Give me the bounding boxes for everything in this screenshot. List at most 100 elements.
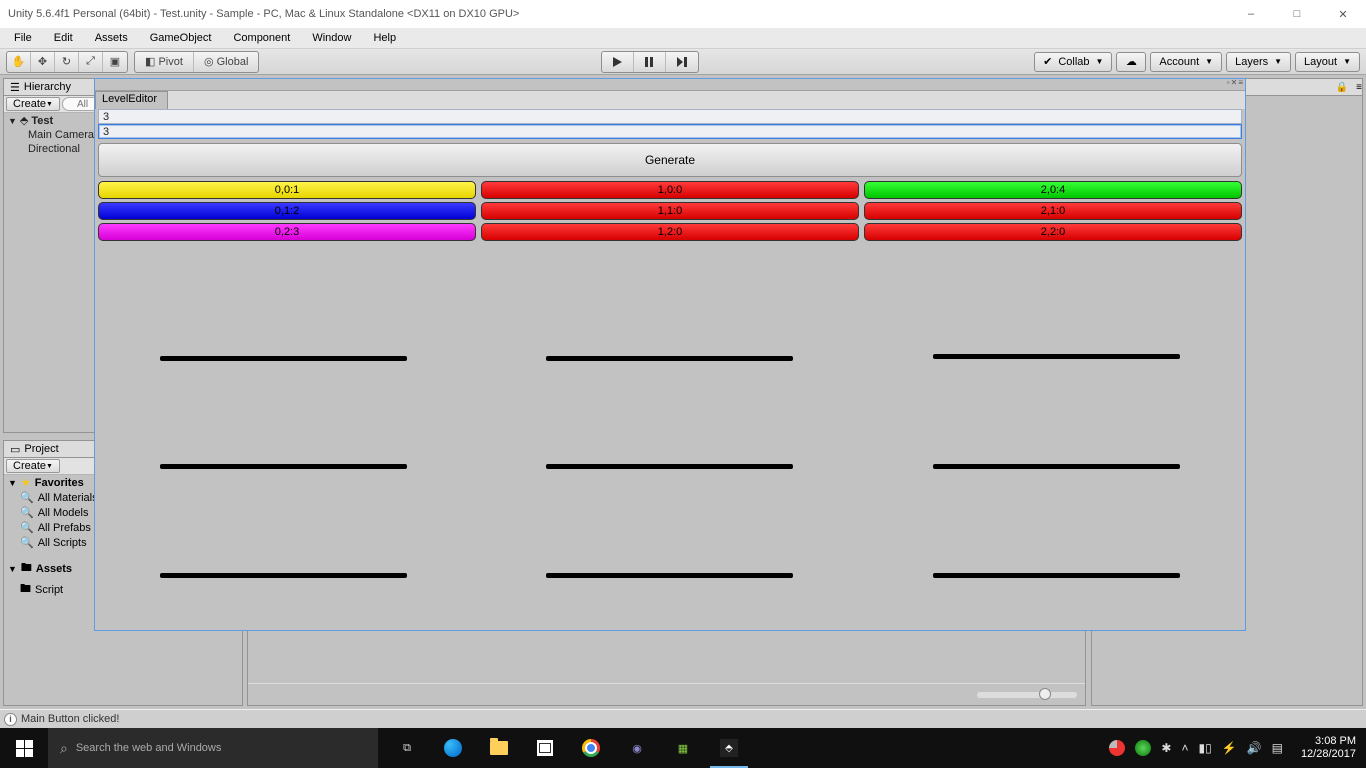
taskbar-app-store[interactable] (522, 728, 568, 768)
play-controls (601, 51, 699, 73)
project-icon: ▭ (10, 443, 20, 456)
taskbar-clock[interactable]: 3:08 PM 12/28/2017 (1293, 735, 1364, 761)
tray-power-icon[interactable]: ⚡ (1222, 741, 1237, 755)
handle-tool-group: ◧ Pivot ◎ Global (134, 51, 259, 73)
store-icon (537, 740, 553, 756)
level-editor-tab[interactable]: LevelEditor (95, 91, 168, 109)
lock-icon[interactable]: 🔒 (1336, 82, 1348, 93)
cloud-button[interactable]: ☁ (1116, 52, 1146, 72)
transform-tool-group: ✋ ✥ ↻ ⤢ ▣ (6, 51, 128, 73)
taskbar-app-generic2[interactable]: ▦ (660, 728, 706, 768)
cell-button-2-1[interactable]: 2,1:0 (864, 202, 1242, 220)
window-title: Unity 5.6.4f1 Personal (64bit) - Test.un… (8, 8, 1228, 20)
tray-battery-icon[interactable]: ▮▯ (1198, 741, 1211, 755)
preview-line (546, 573, 793, 578)
collab-check-icon: ✔ (1043, 55, 1052, 68)
cell-button-2-2[interactable]: 2,2:0 (864, 223, 1242, 241)
app-icon: ◉ (632, 742, 642, 755)
tray-ccleaner-icon[interactable] (1109, 740, 1125, 756)
globe-icon: ◎ (204, 55, 214, 68)
tray-bluetooth-icon[interactable]: ✱ (1161, 741, 1171, 755)
menu-bar: File Edit Assets GameObject Component Wi… (0, 28, 1366, 49)
info-icon: i (4, 713, 17, 726)
menu-assets[interactable]: Assets (85, 30, 138, 46)
preview-line (933, 573, 1180, 578)
rect-tool-button[interactable]: ▣ (103, 52, 127, 72)
level-editor-cols-input[interactable] (98, 124, 1242, 139)
cell-button-1-2[interactable]: 1,2:0 (481, 223, 859, 241)
preview-line (160, 573, 407, 578)
cell-button-1-1[interactable]: 1,1:0 (481, 202, 859, 220)
foldout-icon: ▼ (8, 116, 17, 126)
global-toggle-button[interactable]: ◎ Global (194, 52, 258, 72)
window-minimize-button[interactable]: – (1228, 0, 1274, 28)
account-dropdown[interactable]: Account▼ (1150, 52, 1222, 72)
unity-icon: ⬘ (720, 739, 738, 757)
cell-button-0-2[interactable]: 0,2:3 (98, 223, 476, 241)
status-message: Main Button clicked! (21, 713, 119, 725)
cell-button-2-0[interactable]: 2,0:4 (864, 181, 1242, 199)
chevron-down-icon: ▼ (1343, 57, 1351, 66)
taskbar-search-input[interactable]: ⌕Search the web and Windows (48, 728, 378, 768)
play-button[interactable] (602, 52, 634, 72)
layout-dropdown[interactable]: Layout▼ (1295, 52, 1360, 72)
cell-button-0-0[interactable]: 0,0:1 (98, 181, 476, 199)
folder-icon: 🖿 (20, 580, 31, 599)
window-close-button[interactable]: ✕ (1320, 0, 1366, 28)
tray-volume-icon[interactable]: 🔊 (1247, 741, 1262, 755)
start-button[interactable] (0, 728, 48, 768)
generate-button[interactable]: Generate (98, 143, 1242, 177)
pause-button[interactable] (634, 52, 666, 72)
rotate-tool-button[interactable]: ↻ (55, 52, 79, 72)
folder-icon: 🖿 (21, 559, 32, 578)
project-zoom-slider[interactable] (977, 692, 1077, 698)
level-editor-window: ▫ ✕ ≡ LevelEditor Generate 0,0:1 1,0:0 2… (94, 78, 1246, 631)
taskbar-app-chrome[interactable] (568, 728, 614, 768)
hand-tool-button[interactable]: ✋ (7, 52, 31, 72)
editor-window-maximize-button[interactable]: ▫ (1227, 79, 1230, 90)
level-editor-cell-grid: 0,0:1 1,0:0 2,0:4 0,1:2 1,1:0 2,1:0 0,2:… (98, 181, 1242, 241)
menu-edit[interactable]: Edit (44, 30, 83, 46)
menu-window[interactable]: Window (302, 30, 361, 46)
project-create-dropdown[interactable]: Create ▼ (6, 459, 60, 473)
hierarchy-create-dropdown[interactable]: Create ▼ (6, 97, 60, 111)
cell-button-0-1[interactable]: 0,1:2 (98, 202, 476, 220)
task-view-button[interactable]: ⧉ (384, 728, 430, 768)
menu-component[interactable]: Component (223, 30, 300, 46)
foldout-icon: ▼ (8, 478, 17, 488)
editor-window-menu-button[interactable]: ≡ (1238, 79, 1243, 90)
taskbar-app-explorer[interactable] (476, 728, 522, 768)
panel-menu-icon[interactable]: ≡ (1356, 82, 1362, 93)
slider-knob[interactable] (1039, 688, 1051, 700)
foldout-icon: ▼ (8, 564, 17, 574)
collab-dropdown[interactable]: ✔Collab▼ (1034, 52, 1112, 72)
task-view-icon: ⧉ (403, 742, 411, 755)
taskbar-app-unity[interactable]: ⬘ (706, 728, 752, 768)
taskbar-app-generic1[interactable]: ◉ (614, 728, 660, 768)
move-tool-button[interactable]: ✥ (31, 52, 55, 72)
chevron-down-icon: ▼ (1205, 57, 1213, 66)
cloud-icon: ☁ (1126, 55, 1137, 68)
search-icon: 🔍 (20, 536, 34, 549)
step-button[interactable] (666, 52, 698, 72)
tray-chevron-up-icon[interactable]: ˄ (1181, 741, 1188, 755)
chevron-down-icon: ▼ (46, 463, 53, 470)
chrome-icon (582, 739, 600, 757)
level-editor-rows-input[interactable] (98, 109, 1242, 124)
cell-button-1-0[interactable]: 1,0:0 (481, 181, 859, 199)
tray-action-center-icon[interactable]: ▤ (1272, 741, 1283, 755)
menu-file[interactable]: File (4, 30, 42, 46)
app-icon: ▦ (678, 742, 688, 755)
clock-date: 12/28/2017 (1301, 748, 1356, 761)
pivot-toggle-button[interactable]: ◧ Pivot (135, 52, 194, 72)
menu-help[interactable]: Help (363, 30, 406, 46)
tray-network-icon[interactable] (1135, 740, 1151, 756)
search-icon: 🔍 (20, 521, 34, 534)
editor-window-close-button[interactable]: ✕ (1231, 79, 1238, 90)
window-maximize-button[interactable]: □ (1274, 0, 1320, 28)
taskbar-app-edge[interactable] (430, 728, 476, 768)
scale-tool-button[interactable]: ⤢ (79, 52, 103, 72)
preview-line (933, 464, 1180, 469)
menu-gameobject[interactable]: GameObject (140, 30, 222, 46)
layers-dropdown[interactable]: Layers▼ (1226, 52, 1291, 72)
